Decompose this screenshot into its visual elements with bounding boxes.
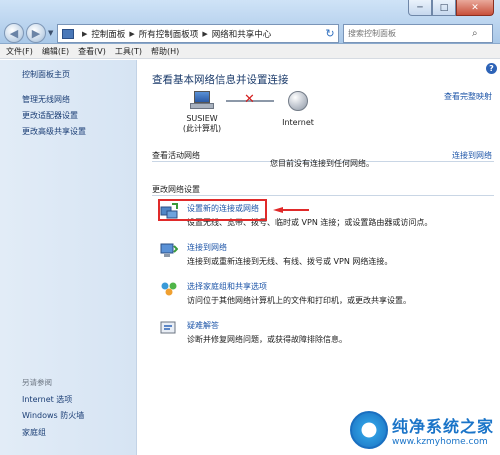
close-button[interactable]: ✕: [456, 0, 494, 16]
breadcrumb-all-items[interactable]: 所有控制面板项: [139, 28, 199, 40]
refresh-button[interactable]: ↻: [321, 24, 339, 43]
breadcrumb-network-center[interactable]: 网络和共享中心: [212, 28, 272, 40]
sidebar-item-internet-options[interactable]: Internet 选项: [22, 394, 72, 405]
chevron-right-icon[interactable]: ▶: [202, 30, 207, 38]
connect-network-icon: [160, 243, 178, 257]
connect-network-desc: 连接到或重新连接到无线、有线、拨号或 VPN 网络连接。: [187, 257, 393, 266]
main-content: ? 查看基本网络信息并设置连接 查看完整映射 SUSIEW (此计算机) ✕ I…: [138, 60, 500, 455]
sidebar-item-adapter-settings[interactable]: 更改适配器设置: [22, 110, 78, 121]
breadcrumb-control-panel[interactable]: 控制面板: [91, 28, 125, 40]
troubleshoot-link[interactable]: 疑难解答: [187, 320, 219, 331]
forward-button[interactable]: ▶: [26, 23, 46, 43]
computer-sub: (此计算机): [182, 124, 222, 133]
back-button[interactable]: ◀: [4, 23, 24, 43]
back-arrow-icon: ◀: [9, 26, 19, 40]
homegroup-link[interactable]: 选择家庭组和共享选项: [187, 281, 267, 292]
chevron-right-icon[interactable]: ▶: [82, 30, 87, 38]
internet-label: Internet: [282, 118, 314, 127]
search-box[interactable]: ⌕: [343, 24, 493, 43]
troubleshoot-icon: [160, 321, 176, 334]
maximize-button[interactable]: □: [432, 0, 456, 16]
sidebar: 控制面板主页 管理无线网络 更改适配器设置 更改高级共享设置 另请参阅 Inte…: [0, 60, 137, 455]
task-homegroup[interactable]: 选择家庭组和共享选项 访问位于其他网络计算机上的文件和打印机，或更改共享设置。: [160, 280, 490, 310]
help-icon[interactable]: ?: [486, 63, 497, 74]
watermark-logo-icon: [349, 411, 388, 449]
menu-bar: 文件(F) 编辑(E) 查看(V) 工具(T) 帮助(H): [0, 44, 500, 59]
search-icon[interactable]: ⌕: [472, 28, 486, 39]
connect-network-link[interactable]: 连接到网络: [187, 242, 227, 253]
homegroup-desc: 访问位于其他网络计算机上的文件和打印机，或更改共享设置。: [187, 296, 411, 305]
chevron-right-icon[interactable]: ▶: [129, 30, 134, 38]
globe-icon: [288, 91, 308, 111]
disconnected-x-icon[interactable]: ✕: [244, 92, 255, 107]
computer-node[interactable]: SUSIEW (此计算机): [180, 91, 224, 134]
watermark-title: 纯净系统之家: [391, 417, 494, 436]
pointer-arrow-icon: [273, 207, 309, 213]
menu-help[interactable]: 帮助(H): [151, 46, 179, 57]
internet-node[interactable]: Internet: [278, 91, 318, 127]
address-bar[interactable]: ▶ 控制面板 ▶ 所有控制面板项 ▶ 网络和共享中心: [57, 24, 339, 43]
homegroup-icon: [161, 282, 177, 296]
highlight-box: [158, 199, 267, 221]
watermark: 纯净系统之家 www.kzmyhome.com: [349, 411, 494, 449]
menu-tools[interactable]: 工具(T): [115, 46, 142, 57]
full-map-link[interactable]: 查看完整映射: [444, 91, 492, 102]
divider: [152, 195, 494, 196]
menu-file[interactable]: 文件(F): [6, 46, 33, 57]
troubleshoot-desc: 诊断并修复网络问题，或获得故障排除信息。: [187, 335, 347, 344]
task-troubleshoot[interactable]: 疑难解答 诊断并修复网络问题，或获得故障排除信息。: [160, 319, 490, 349]
search-input[interactable]: [344, 25, 472, 42]
title-bar: ─ □ ✕ ◀ ▶ ▼ ▶ 控制面板 ▶ 所有控制面板项 ▶ 网络和共享中心 ↻…: [0, 0, 500, 44]
control-panel-icon: [62, 28, 74, 39]
window-controls: ─ □ ✕: [408, 0, 494, 16]
recent-pages-dropdown[interactable]: ▼: [48, 29, 53, 37]
sidebar-item-firewall[interactable]: Windows 防火墙: [22, 410, 84, 421]
active-networks-header: 查看活动网络: [152, 151, 200, 160]
menu-view[interactable]: 查看(V): [78, 46, 106, 57]
see-also-header: 另请参阅: [22, 378, 52, 387]
sidebar-item-manage-wireless[interactable]: 管理无线网络: [22, 94, 70, 105]
minimize-button[interactable]: ─: [408, 0, 432, 16]
menu-edit[interactable]: 编辑(E): [42, 46, 69, 57]
connect-to-network-link[interactable]: 连接到网络: [452, 150, 492, 161]
sidebar-item-advanced-sharing[interactable]: 更改高级共享设置: [22, 126, 86, 137]
watermark-url: www.kzmyhome.com: [391, 437, 488, 447]
task-connect-network[interactable]: 连接到网络 连接到或重新连接到无线、有线、拨号或 VPN 网络连接。: [160, 241, 490, 271]
change-settings-header: 更改网络设置: [152, 185, 200, 194]
forward-arrow-icon: ▶: [31, 26, 41, 40]
no-network-status: 您目前没有连接到任何网络。: [270, 159, 374, 168]
sidebar-home-link[interactable]: 控制面板主页: [22, 69, 70, 80]
sidebar-item-homegroup[interactable]: 家庭组: [22, 427, 46, 438]
computer-icon: [190, 91, 214, 111]
computer-name: SUSIEW: [186, 114, 218, 123]
page-title: 查看基本网络信息并设置连接: [152, 74, 289, 86]
